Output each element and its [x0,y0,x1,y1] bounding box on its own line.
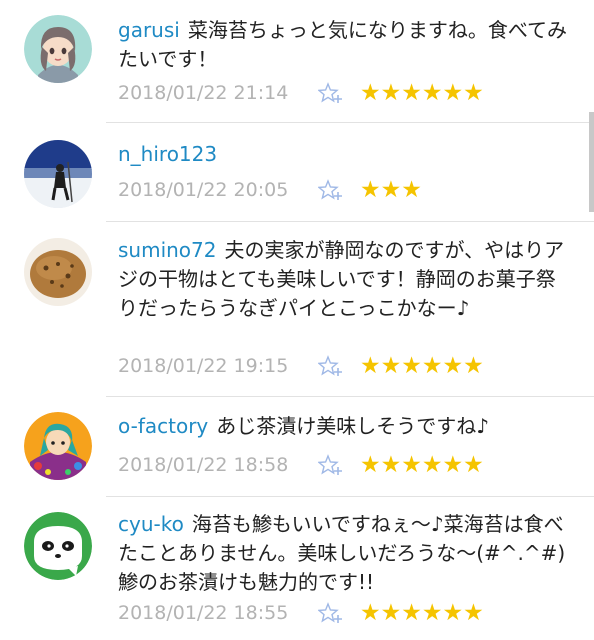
divider [106,221,594,222]
vertical-scrollbar[interactable] [589,112,594,212]
timestamp: 2018/01/22 18:55 [118,602,289,624]
timestamp: 2018/01/22 20:05 [118,179,289,201]
comment-meta: 2018/01/22 21:14 ★★★★★★ [118,78,484,108]
comment-body: sumino72 夫の実家が静岡なのですが、やはりアジの干物はとても美味しいです！… [118,236,570,323]
star-rating: ★★★★★★ [360,79,484,106]
comment-list: garusi 菜海苔ちょっと気になりますね。食べてみたいです！ 2018/01/2… [0,0,594,640]
illustration-avatar-icon[interactable] [24,412,92,480]
comment-body: n_hiro123 [118,140,570,169]
favorite-add-icon[interactable] [317,602,344,624]
star-rating: ★★★ [360,176,422,203]
username-link[interactable]: garusi [118,18,180,42]
comment-body: garusi 菜海苔ちょっと気になりますね。食べてみたいです！ [118,16,570,74]
timestamp: 2018/01/22 21:14 [118,82,289,104]
timestamp: 2018/01/22 19:15 [118,355,289,377]
divider [106,122,594,123]
comment-text: あじ茶漬け美味しそうですね♪ [216,414,490,438]
favorite-add-icon[interactable] [317,179,344,201]
star-rating: ★★★★★★ [360,451,484,478]
timestamp: 2018/01/22 18:58 [118,454,289,476]
username-link[interactable]: n_hiro123 [118,142,217,166]
star-rating: ★★★★★★ [360,352,484,379]
anime-girl-avatar-icon[interactable] [24,15,92,83]
panda-avatar-icon[interactable] [24,512,92,580]
star-rating: ★★★★★★ [360,599,484,626]
username-link[interactable]: cyu-ko [118,512,184,536]
comment-body: cyu-ko 海苔も鯵もいいですねぇ～♪菜海苔は食べたことありません。美味しいだろ… [118,510,585,597]
username-link[interactable]: o-factory [118,414,208,438]
comment-body: o-factory あじ茶漬け美味しそうですね♪ [118,412,570,441]
comment-meta: 2018/01/22 19:15 ★★★★★★ [118,351,484,381]
divider [106,496,594,497]
username-link[interactable]: sumino72 [118,238,217,262]
favorite-add-icon[interactable] [317,82,344,104]
divider [106,396,594,397]
comment-meta: 2018/01/22 18:58 ★★★★★★ [118,450,484,480]
comment-meta: 2018/01/22 20:05 ★★★ [118,175,422,205]
comment-text: 菜海苔ちょっと気になりますね。食べてみたいです！ [118,18,568,71]
comment-meta: 2018/01/22 18:55 ★★★★★★ [118,598,484,628]
comment-text: 海苔も鯵もいいですねぇ～♪菜海苔は食べたことありません。美味しいだろうな～(#^… [118,512,586,594]
potato-avatar-icon[interactable] [24,238,92,306]
favorite-add-icon[interactable] [317,355,344,377]
favorite-add-icon[interactable] [317,454,344,476]
snow-hiker-avatar-icon[interactable] [24,140,92,208]
